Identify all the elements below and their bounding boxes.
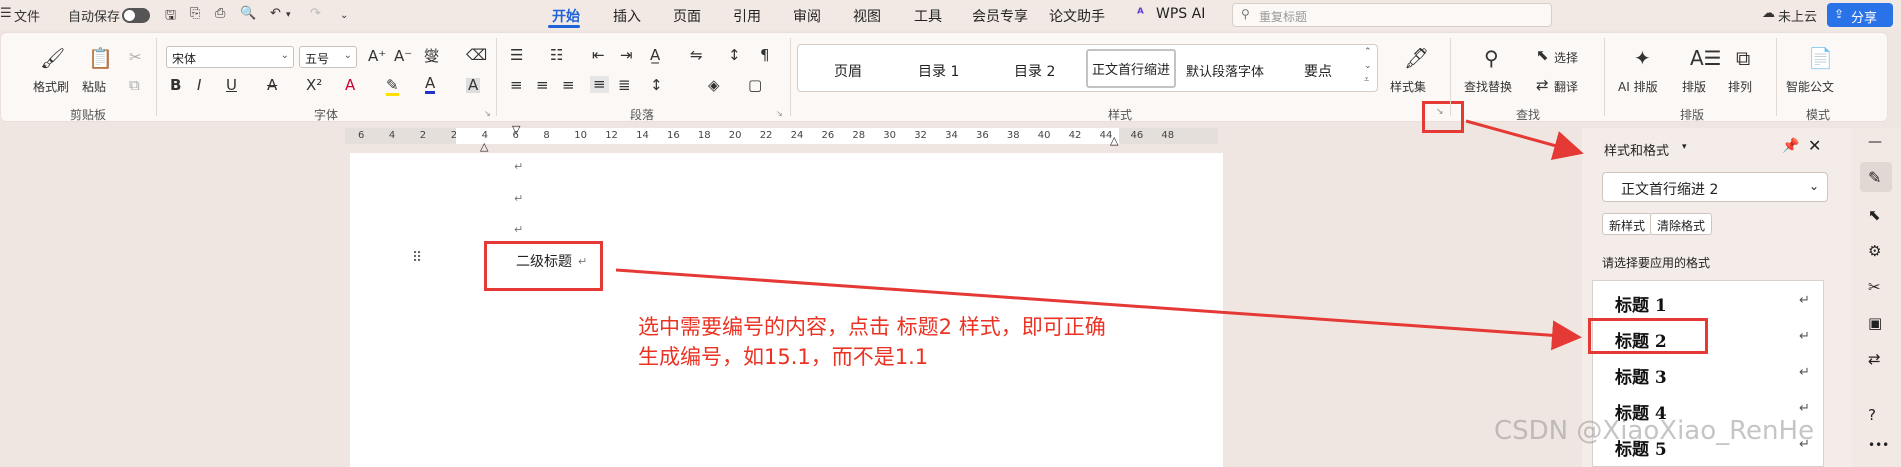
watermark: CSDN @XiaoXiao_RenHe [1494,416,1815,446]
arrow-to-panel [1465,119,1584,161]
arrow-to-heading2 [615,268,1582,351]
annotation-arrows [615,119,1584,351]
